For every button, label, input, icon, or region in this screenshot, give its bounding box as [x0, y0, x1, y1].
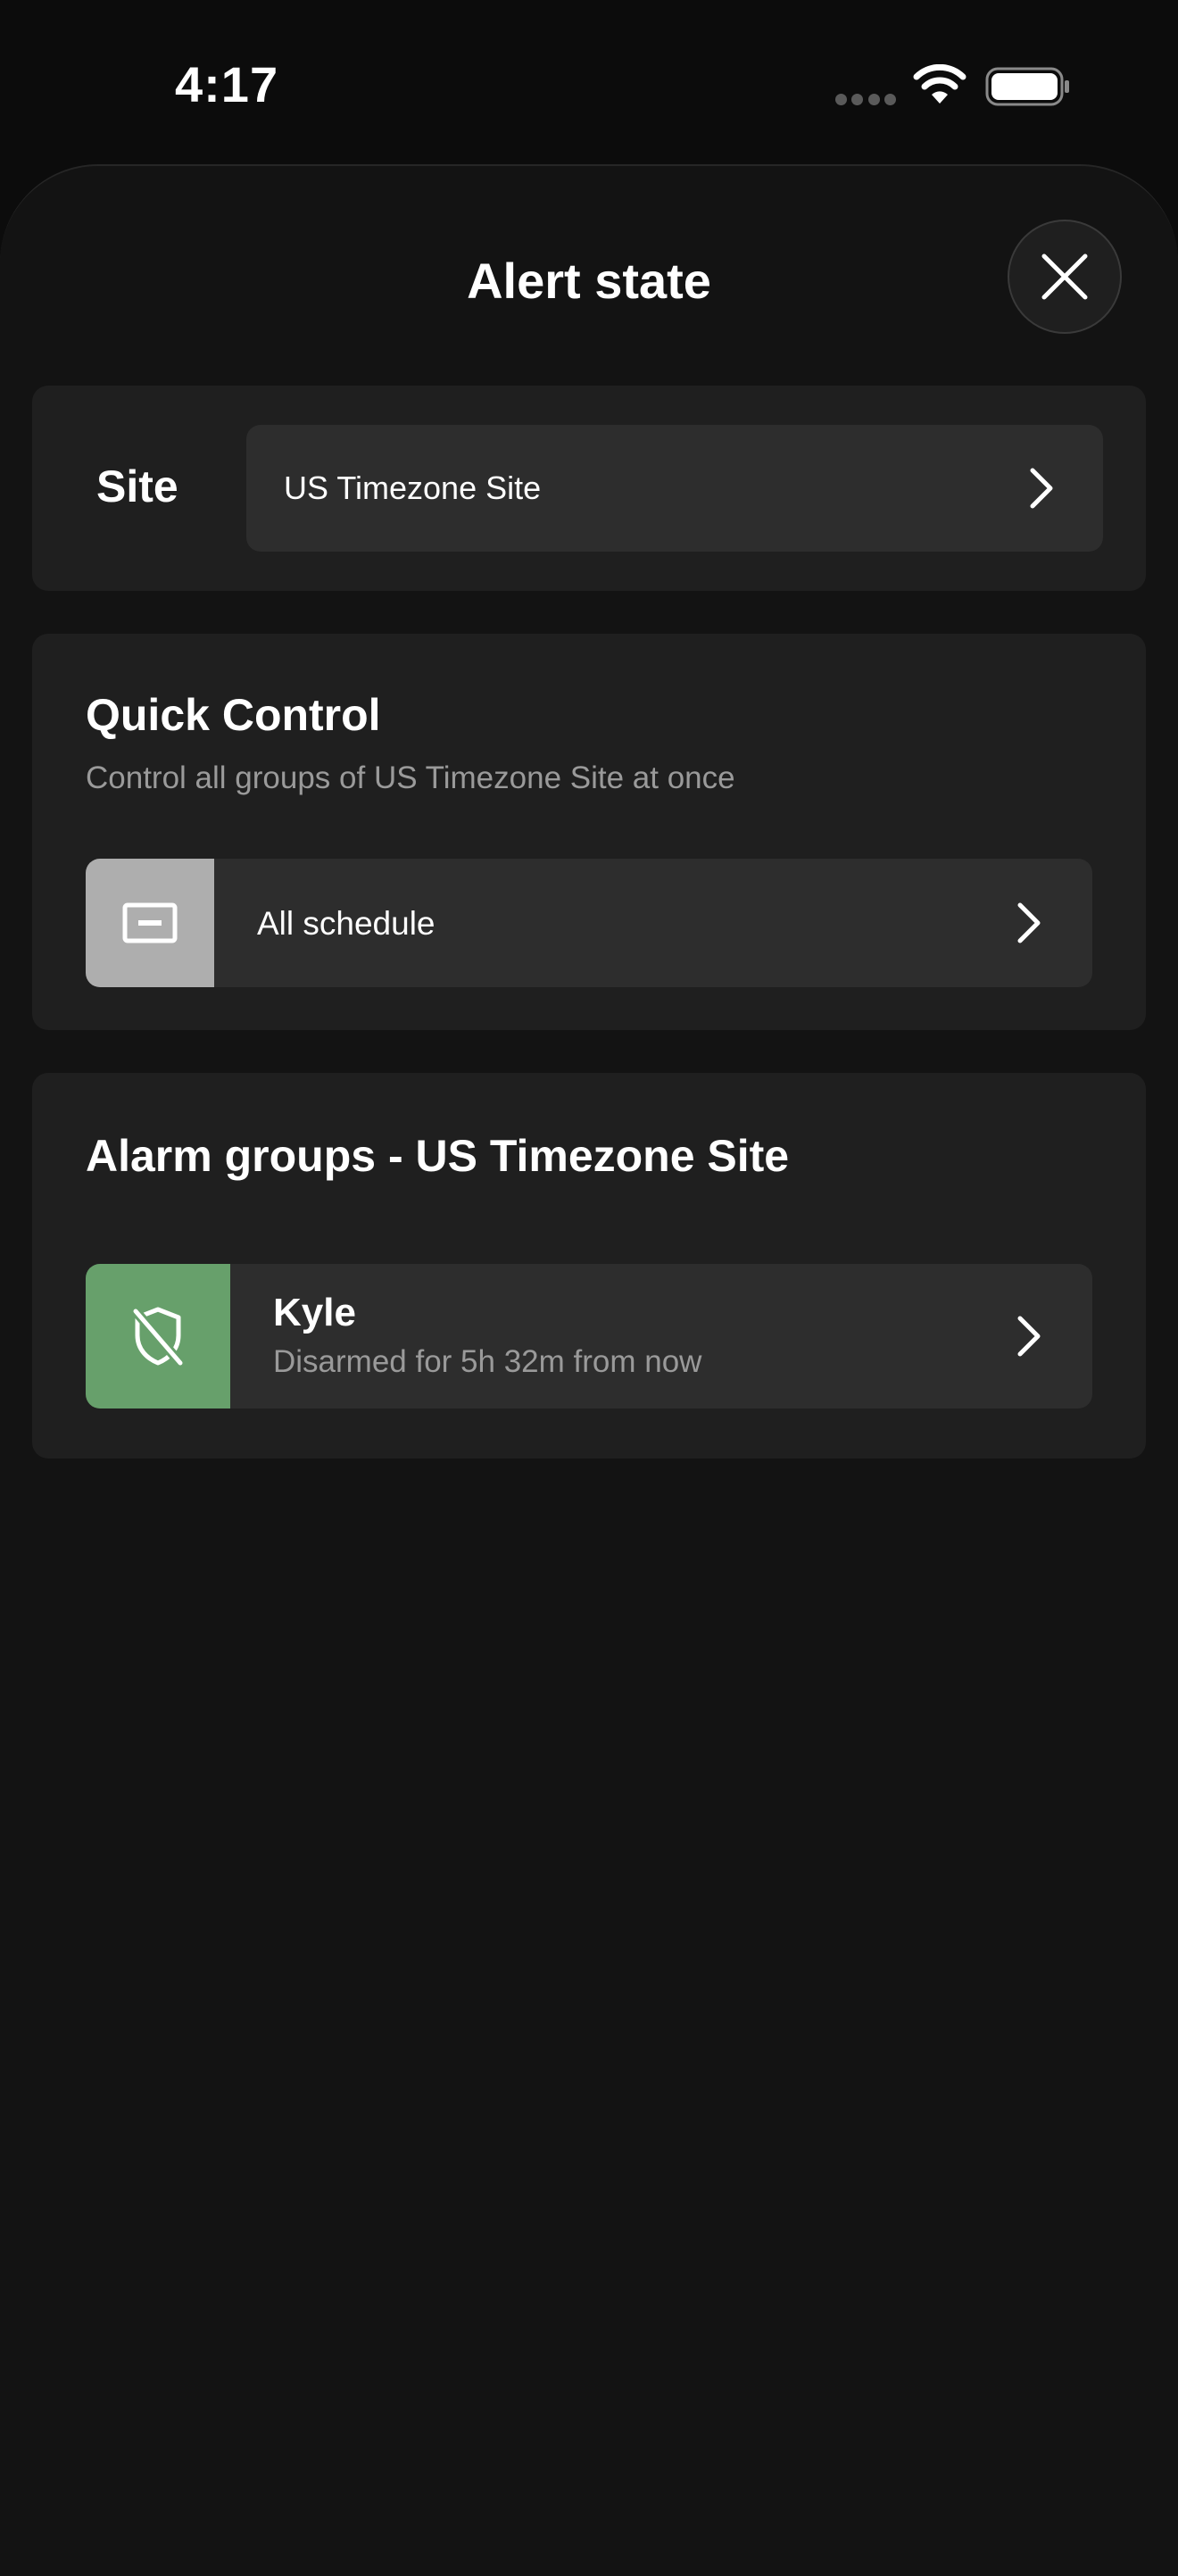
alarm-groups-title: Alarm groups - US Timezone Site — [86, 1131, 790, 1181]
quick-control-card: Quick Control Control all groups of US T… — [32, 634, 1146, 1030]
shield-off-icon — [130, 1306, 186, 1368]
chevron-right-icon — [1030, 468, 1053, 509]
wifi-icon — [913, 64, 966, 104]
alarm-group-status: Disarmed for 5h 32m from now — [273, 1344, 702, 1379]
shield-icon-box — [86, 1264, 230, 1408]
chevron-right-icon — [1017, 902, 1041, 943]
chevron-right-icon — [1017, 1316, 1041, 1357]
status-time: 4:17 — [175, 56, 279, 112]
close-icon — [1041, 253, 1088, 300]
site-label: Site — [96, 461, 178, 511]
all-schedule-button[interactable]: All schedule — [86, 859, 1092, 987]
close-button[interactable] — [1008, 220, 1122, 334]
cellular-signal-icon — [835, 94, 896, 106]
quick-control-title: Quick Control — [86, 690, 381, 740]
battery-icon — [985, 67, 1069, 106]
alarm-group-name: Kyle — [273, 1291, 356, 1334]
site-selector[interactable]: US Timezone Site — [246, 425, 1103, 552]
all-schedule-label: All schedule — [257, 905, 436, 942]
status-bar: 4:17 — [0, 0, 1178, 170]
schedule-icon-box — [86, 859, 214, 987]
site-selector-value: US Timezone Site — [284, 469, 542, 506]
alarm-groups-card: Alarm groups - US Timezone Site Kyle Dis… — [32, 1073, 1146, 1458]
quick-control-subtitle: Control all groups of US Timezone Site a… — [86, 760, 735, 795]
alarm-group-item[interactable]: Kyle Disarmed for 5h 32m from now — [86, 1264, 1092, 1408]
site-card: Site US Timezone Site — [32, 386, 1146, 591]
schedule-icon — [122, 902, 178, 943]
sheet-title: Alert state — [467, 253, 711, 309]
